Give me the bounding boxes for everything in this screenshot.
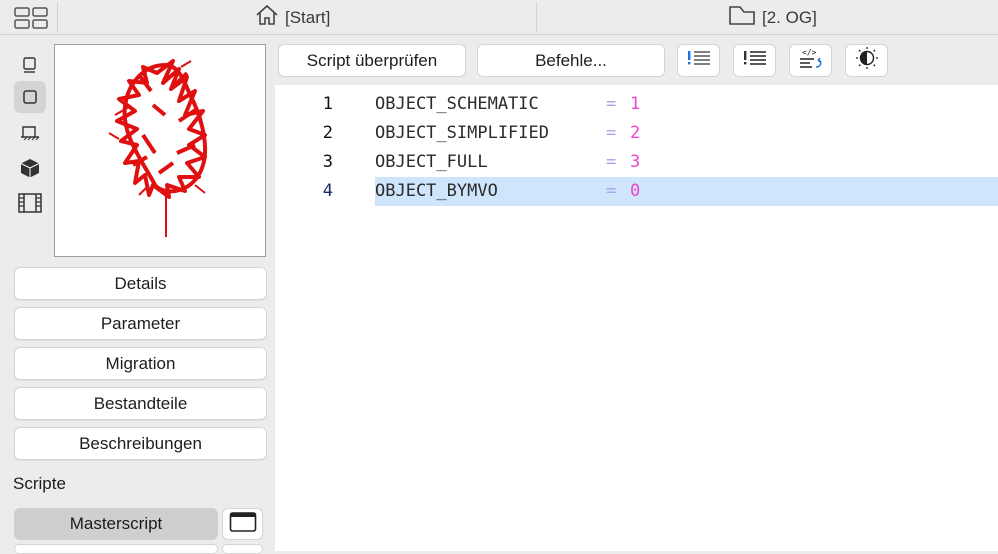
preview-drawing — [108, 59, 208, 237]
details-label: Details — [114, 273, 167, 293]
tab-start[interactable]: [Start] — [255, 0, 330, 35]
parameter-label: Parameter — [100, 313, 181, 333]
check-script-button[interactable]: Script überprüfen — [278, 44, 466, 77]
object-preview — [54, 44, 266, 257]
operator: = — [606, 94, 617, 114]
2d-view-icon[interactable] — [14, 49, 46, 81]
migration-label: Migration — [105, 353, 176, 373]
top-bar: [Start] [2. OG] — [0, 0, 998, 35]
errors-list-button[interactable] — [733, 44, 776, 77]
line-number: 1 — [322, 94, 333, 114]
masterscript-label: Masterscript — [69, 514, 163, 533]
check-script-label: Script überprüfen — [306, 50, 438, 70]
brightness-icon — [854, 45, 880, 76]
3d-view-icon[interactable] — [14, 152, 46, 184]
line-number: 4 — [322, 181, 333, 201]
identifier: OBJECT_SIMPLIFIED — [375, 123, 549, 143]
operator: = — [606, 152, 617, 172]
descriptions-button[interactable]: Beschreibungen — [14, 427, 267, 460]
svg-text:</>: </> — [802, 48, 817, 57]
number-literal: 0 — [630, 181, 641, 201]
grid-icon[interactable] — [14, 7, 48, 29]
script-button-partial[interactable] — [14, 544, 218, 554]
commands-button[interactable]: Befehle... — [477, 44, 665, 77]
window-icon — [229, 511, 257, 538]
open-window-button[interactable] — [222, 508, 263, 540]
warning-list-icon — [685, 48, 713, 73]
descriptions-label: Beschreibungen — [79, 433, 202, 453]
format-code-button[interactable]: </> — [789, 44, 832, 77]
home-icon — [255, 4, 279, 31]
code-format-icon: </> — [796, 46, 826, 75]
code-line[interactable]: 1 OBJECT_SCHEMATIC = 1 — [275, 90, 998, 119]
commands-label: Befehle... — [535, 50, 607, 70]
operator: = — [606, 123, 617, 143]
identifier: OBJECT_FULL — [375, 152, 488, 172]
window-button-partial[interactable] — [222, 544, 263, 554]
migration-button[interactable]: Migration — [14, 347, 267, 380]
section-view-icon[interactable] — [14, 117, 46, 149]
components-button[interactable]: Bestandteile — [14, 387, 267, 420]
code-line[interactable]: 2 OBJECT_SIMPLIFIED = 2 — [275, 119, 998, 148]
script-editor-panel: Script überprüfen Befehle... </> 1 OBJEC… — [275, 35, 998, 551]
film-icon[interactable] — [14, 187, 46, 219]
scripts-section-label: Scripte — [13, 474, 66, 493]
number-literal: 1 — [630, 94, 641, 114]
warnings-list-button[interactable] — [677, 44, 720, 77]
operator: = — [606, 181, 617, 201]
identifier: OBJECT_BYMVO — [375, 181, 498, 201]
components-label: Bestandteile — [93, 393, 188, 413]
code-line-current[interactable]: 4 OBJECT_BYMVO = 0 — [275, 177, 998, 206]
floor-icon — [728, 4, 756, 31]
line-number: 2 — [322, 123, 333, 143]
code-line[interactable]: 3 OBJECT_FULL = 3 — [275, 148, 998, 177]
identifier: OBJECT_SCHEMATIC — [375, 94, 539, 114]
tab-floor[interactable]: [2. OG] — [728, 0, 817, 35]
plan-view-icon[interactable] — [14, 81, 46, 113]
editor-toolbar: Script überprüfen Befehle... </> — [275, 35, 998, 85]
tab-label: [Start] — [285, 7, 331, 27]
divider — [536, 2, 537, 33]
details-button[interactable]: Details — [14, 267, 267, 300]
error-list-icon — [741, 48, 769, 73]
number-literal: 2 — [630, 123, 641, 143]
divider — [57, 2, 58, 33]
number-literal: 3 — [630, 152, 641, 172]
masterscript-button[interactable]: Masterscript — [14, 508, 218, 540]
line-number: 3 — [322, 152, 333, 172]
tab-label: [2. OG] — [762, 7, 817, 27]
theme-toggle-button[interactable] — [845, 44, 888, 77]
parameter-button[interactable]: Parameter — [14, 307, 267, 340]
